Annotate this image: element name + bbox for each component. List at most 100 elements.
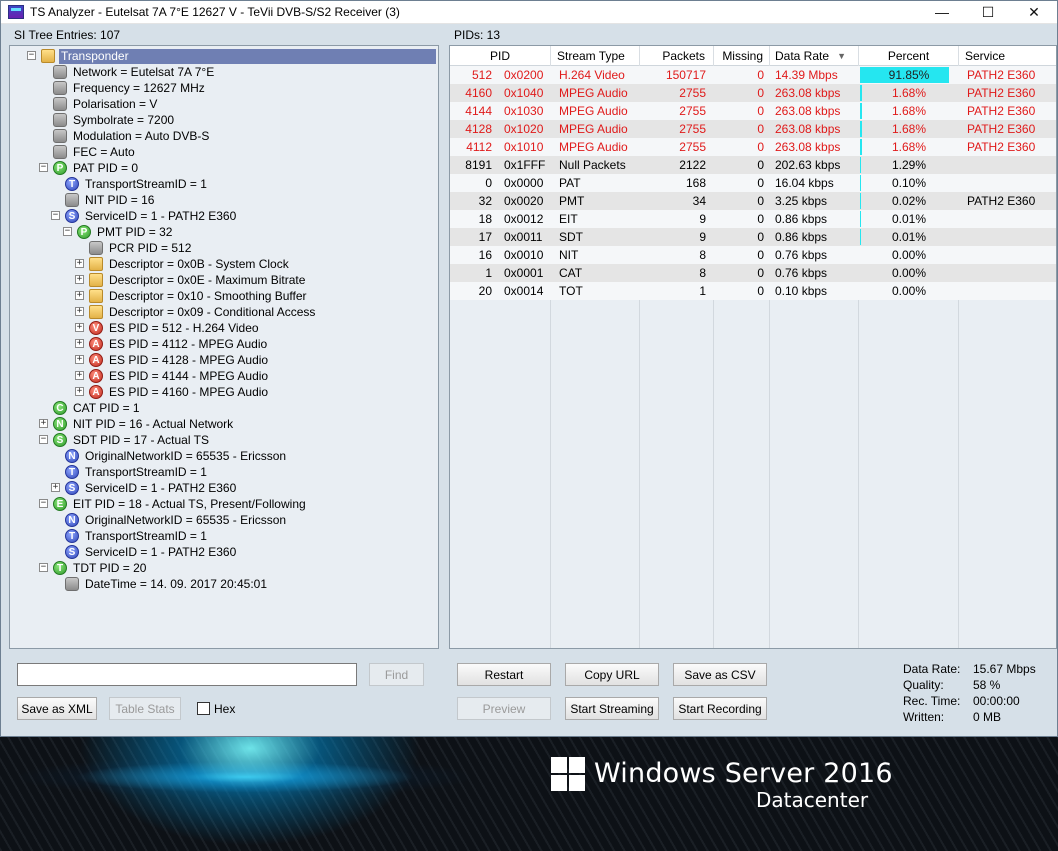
tree-node[interactable]: S ServiceID = 1 - PATH2 E360: [65, 544, 238, 560]
table-row[interactable]: 0 0x0000 PAT 168 0 16.04 kbps 0.10%: [450, 174, 1056, 192]
tree-node[interactable]: T TransportStreamID = 1: [65, 176, 209, 192]
copy-url-button[interactable]: Copy URL: [565, 663, 659, 686]
cell-packets: 2122: [679, 158, 706, 172]
tree-node[interactable]: Descriptor = 0x0E - Maximum Bitrate: [89, 272, 307, 288]
expand-icon[interactable]: +: [75, 355, 84, 364]
save-as-xml-button[interactable]: Save as XML: [17, 697, 97, 720]
title-bar[interactable]: TS Analyzer - Eutelsat 7A 7°E 12627 V - …: [1, 1, 1057, 24]
tree-node[interactable]: NIT PID = 16: [65, 192, 156, 208]
tree-node[interactable]: E EIT PID = 18 - Actual TS, Present/Follo…: [53, 496, 308, 512]
expand-icon[interactable]: +: [75, 307, 84, 316]
tree-node[interactable]: A ES PID = 4112 - MPEG Audio: [89, 336, 269, 352]
find-button[interactable]: Find: [369, 663, 424, 686]
close-button[interactable]: ✕: [1011, 1, 1057, 24]
tree-node[interactable]: FEC = Auto: [53, 144, 137, 160]
tree-node[interactable]: Modulation = Auto DVB-S: [53, 128, 211, 144]
table-row[interactable]: 17 0x0011 SDT 9 0 0.86 kbps 0.01%: [450, 228, 1056, 246]
tree-node[interactable]: P PMT PID = 32: [77, 224, 174, 240]
col-pid[interactable]: PID: [450, 46, 551, 66]
tree-node[interactable]: V ES PID = 512 - H.264 Video: [89, 320, 261, 336]
tree-node[interactable]: T TransportStreamID = 1: [65, 464, 209, 480]
col-missing[interactable]: Missing: [714, 46, 770, 66]
tree-node[interactable]: N OriginalNetworkID = 65535 - Ericsson: [65, 512, 288, 528]
table-row[interactable]: 4160 0x1040 MPEG Audio 2755 0 263.08 kbps 1.68…: [450, 84, 1056, 102]
tree-node[interactable]: P PAT PID = 0: [53, 160, 140, 176]
tree-node[interactable]: A ES PID = 4144 - MPEG Audio: [89, 368, 270, 384]
cell-service: [967, 282, 1056, 300]
tree-node[interactable]: DateTime = 14. 09. 2017 20:45:01: [65, 576, 269, 592]
expand-icon[interactable]: +: [75, 371, 84, 380]
expand-icon[interactable]: +: [75, 323, 84, 332]
tree-node[interactable]: PCR PID = 512: [89, 240, 193, 256]
tree-node[interactable]: C CAT PID = 1: [53, 400, 142, 416]
maximize-button[interactable]: ☐: [965, 1, 1011, 24]
table-row[interactable]: 4112 0x1010 MPEG Audio 2755 0 263.08 kbps 1.68…: [450, 138, 1056, 156]
tree-node[interactable]: S ServiceID = 1 - PATH2 E360: [65, 208, 238, 224]
tree-node[interactable]: S ServiceID = 1 - PATH2 E360: [65, 480, 238, 496]
restart-button[interactable]: Restart: [457, 663, 551, 686]
table-row[interactable]: 4144 0x1030 MPEG Audio 2755 0 263.08 kbps 1.68…: [450, 102, 1056, 120]
collapse-icon[interactable]: −: [39, 163, 48, 172]
table-row[interactable]: 4128 0x1020 MPEG Audio 2755 0 263.08 kbps 1.68…: [450, 120, 1056, 138]
start-streaming-button[interactable]: Start Streaming: [565, 697, 659, 720]
cell-stream-type: H.264 Video: [559, 68, 625, 82]
rec-time-label: Rec. Time:: [903, 694, 961, 708]
tree-node[interactable]: S SDT PID = 17 - Actual TS: [53, 432, 211, 448]
preview-button[interactable]: Preview: [457, 697, 551, 720]
table-row[interactable]: 1 0x0001 CAT 8 0 0.76 kbps 0.00%: [450, 264, 1056, 282]
tree-node[interactable]: Polarisation = V: [53, 96, 159, 112]
si-tree[interactable]: − Transponder Network = Eutelsat 7A 7°E Fre…: [9, 45, 439, 649]
cell-packets: 2755: [679, 122, 706, 136]
expand-icon[interactable]: +: [51, 483, 60, 492]
quality-value: 58 %: [973, 678, 1001, 692]
table-row[interactable]: 32 0x0020 PMT 34 0 3.25 kbps 0.02% PATH2 E360: [450, 192, 1056, 210]
col-service[interactable]: Service: [959, 46, 1056, 66]
tree-node[interactable]: Descriptor = 0x09 - Conditional Access: [89, 304, 317, 320]
tree-node[interactable]: Network = Eutelsat 7A 7°E: [53, 64, 216, 80]
tree-node[interactable]: Transponder: [41, 48, 436, 64]
table-row[interactable]: 8191 0x1FFF Null Packets 2122 0 202.63 kbps 1.…: [450, 156, 1056, 174]
cell-pid: 4128: [465, 122, 492, 136]
search-input[interactable]: [17, 663, 357, 686]
tree-node-label: Descriptor = 0x10 - Smoothing Buffer: [109, 288, 307, 303]
table-row[interactable]: 18 0x0012 EIT 9 0 0.86 kbps 0.01%: [450, 210, 1056, 228]
expand-icon[interactable]: +: [75, 387, 84, 396]
tree-node[interactable]: A ES PID = 4160 - MPEG Audio: [89, 384, 270, 400]
expand-icon[interactable]: +: [75, 291, 84, 300]
collapse-icon[interactable]: −: [63, 227, 72, 236]
start-recording-button[interactable]: Start Recording: [673, 697, 767, 720]
expand-icon[interactable]: +: [75, 275, 84, 284]
collapse-icon[interactable]: −: [39, 563, 48, 572]
table-row[interactable]: 20 0x0014 TOT 1 0 0.10 kbps 0.00%: [450, 282, 1056, 300]
tree-node[interactable]: N NIT PID = 16 - Actual Network: [53, 416, 235, 432]
col-packets[interactable]: Packets: [640, 46, 714, 66]
expand-icon[interactable]: +: [75, 339, 84, 348]
pid-table[interactable]: PID Stream Type Packets Missing Data Rat…: [449, 45, 1057, 649]
collapse-icon[interactable]: −: [27, 51, 36, 60]
tree-node[interactable]: Frequency = 12627 MHz: [53, 80, 207, 96]
save-as-csv-button[interactable]: Save as CSV: [673, 663, 767, 686]
tree-node[interactable]: T TDT PID = 20: [53, 560, 148, 576]
col-stream-type[interactable]: Stream Type: [551, 46, 640, 66]
table-row[interactable]: 16 0x0010 NIT 8 0 0.76 kbps 0.00%: [450, 246, 1056, 264]
tree-node[interactable]: T TransportStreamID = 1: [65, 528, 209, 544]
tree-node[interactable]: Descriptor = 0x0B - System Clock: [89, 256, 291, 272]
col-data-rate[interactable]: Data Rate ▼: [770, 46, 859, 66]
expand-icon[interactable]: +: [39, 419, 48, 428]
tree-node[interactable]: Symbolrate = 7200: [53, 112, 176, 128]
hex-checkbox-label: Hex: [214, 702, 236, 716]
table-row[interactable]: 512 0x0200 H.264 Video 150717 0 14.39 Mbps 91.…: [450, 66, 1056, 84]
tree-node[interactable]: Descriptor = 0x10 - Smoothing Buffer: [89, 288, 309, 304]
collapse-icon[interactable]: −: [51, 211, 60, 220]
collapse-icon[interactable]: −: [39, 435, 48, 444]
tree-node-label: SDT PID = 17 - Actual TS: [73, 432, 209, 447]
tree-node[interactable]: A ES PID = 4128 - MPEG Audio: [89, 352, 270, 368]
tree-node[interactable]: N OriginalNetworkID = 65535 - Ericsson: [65, 448, 288, 464]
collapse-icon[interactable]: −: [39, 499, 48, 508]
col-percent[interactable]: Percent: [859, 46, 959, 66]
hex-checkbox[interactable]: [197, 702, 210, 715]
expand-icon[interactable]: +: [75, 259, 84, 268]
table-stats-button[interactable]: Table Stats: [109, 697, 181, 720]
cell-packets: 8: [699, 248, 706, 262]
minimize-button[interactable]: —: [919, 1, 965, 24]
